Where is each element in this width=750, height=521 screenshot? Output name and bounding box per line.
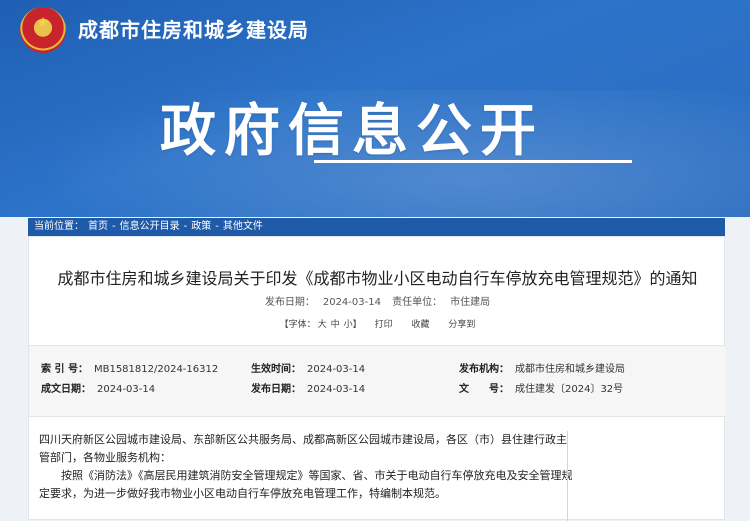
docno-label: 文 号： (459, 384, 509, 395)
body-paragraph: 按照《消防法》《高层民用建筑消防安全管理规定》等国家、省、市关于电动自行车停放充… (39, 469, 573, 500)
publish-date: 2024-03-14 (322, 297, 381, 308)
index-value: MB1581812/2024-16312 (93, 364, 219, 375)
created-label: 成文日期： (41, 384, 91, 395)
header-banner: ★ 成都市住房和城乡建设局 政府信息公开 (0, 0, 750, 217)
breadcrumb-item-catalog[interactable]: 信息公开目录 (120, 221, 180, 232)
document-tools: 【字体：大中小】 打印 收藏 分享到 (29, 317, 726, 330)
publish-date-label: 发布日期： (264, 297, 315, 308)
index-number: 索 引 号： MB1581812/2024-16312 (41, 360, 218, 375)
national-emblem-icon: ★ (20, 7, 66, 53)
breadcrumb-label: 当前位置： (34, 221, 84, 232)
index-label: 索 引 号： (41, 364, 88, 375)
content-divider (567, 431, 568, 521)
breadcrumb-item-policy[interactable]: 政策 (191, 221, 211, 232)
share-button[interactable]: 分享到 (448, 320, 475, 330)
org-name[interactable]: 成都市住房和城乡建设局 (78, 14, 309, 43)
document-body: 四川天府新区公园城市建设局、东部新区公共服务局、成都高新区公园城市建设局，各区（… (39, 431, 575, 503)
recipients-paragraph: 四川天府新区公园城市建设局、东部新区公共服务局、成都高新区公园城市建设局，各区（… (39, 433, 567, 464)
issuer-value: 成都市住房和城乡建设局 (515, 364, 625, 375)
document-number: 文 号： 成住建发〔2024〕32号 (459, 380, 623, 395)
published-value: 2024-03-14 (307, 384, 366, 395)
font-size-label: 【字体： (279, 320, 316, 330)
responsible-unit: 市住建局 (450, 297, 491, 308)
breadcrumb: 当前位置： 首页 - 信息公开目录 - 政策 - 其他文件 (28, 218, 725, 236)
responsible-label: 责任单位： (392, 297, 443, 308)
effective-label: 生效时间： (251, 364, 301, 375)
breadcrumb-item-home[interactable]: 首页 (88, 221, 108, 232)
created-date: 成文日期： 2024-03-14 (41, 380, 155, 395)
font-medium-button[interactable]: 中 (331, 320, 340, 330)
breadcrumb-separator: - (183, 221, 188, 232)
document-info-table: 索 引 号： MB1581812/2024-16312 生效时间： 2024-03-… (29, 345, 726, 417)
published-label: 发布日期： (251, 384, 301, 395)
document-title: 成都市住房和城乡建设局关于印发《成都市物业小区电动自行车停放充电管理规范》的通知 (57, 269, 698, 288)
font-small-button[interactable]: 小】 (344, 320, 362, 330)
created-value: 2024-03-14 (97, 384, 156, 395)
published-date: 发布日期： 2024-03-14 (251, 380, 365, 395)
print-button[interactable]: 打印 (375, 320, 393, 330)
hero-title: 政府信息公开 (160, 99, 544, 164)
breadcrumb-separator: - (215, 221, 219, 232)
favorite-button[interactable]: 收藏 (411, 320, 429, 330)
hero-underline (314, 160, 632, 163)
issuer-label: 发布机构： (459, 364, 509, 375)
issuer: 发布机构： 成都市住房和城乡建设局 (459, 360, 625, 375)
docno-value: 成住建发〔2024〕32号 (515, 384, 624, 395)
breadcrumb-item-other[interactable]: 其他文件 (223, 221, 263, 232)
document-meta: 发布日期： 2024-03-14 责任单位： 市住建局 (29, 293, 726, 308)
star-icon: ★ (36, 15, 50, 31)
font-large-button[interactable]: 大 (318, 320, 327, 330)
document-panel: 成都市住房和城乡建设局关于印发《成都市物业小区电动自行车停放充电管理规范》的通知… (28, 236, 726, 521)
breadcrumb-separator: - (112, 221, 116, 232)
effective-time: 生效时间： 2024-03-14 (251, 360, 365, 375)
effective-value: 2024-03-14 (307, 364, 366, 375)
